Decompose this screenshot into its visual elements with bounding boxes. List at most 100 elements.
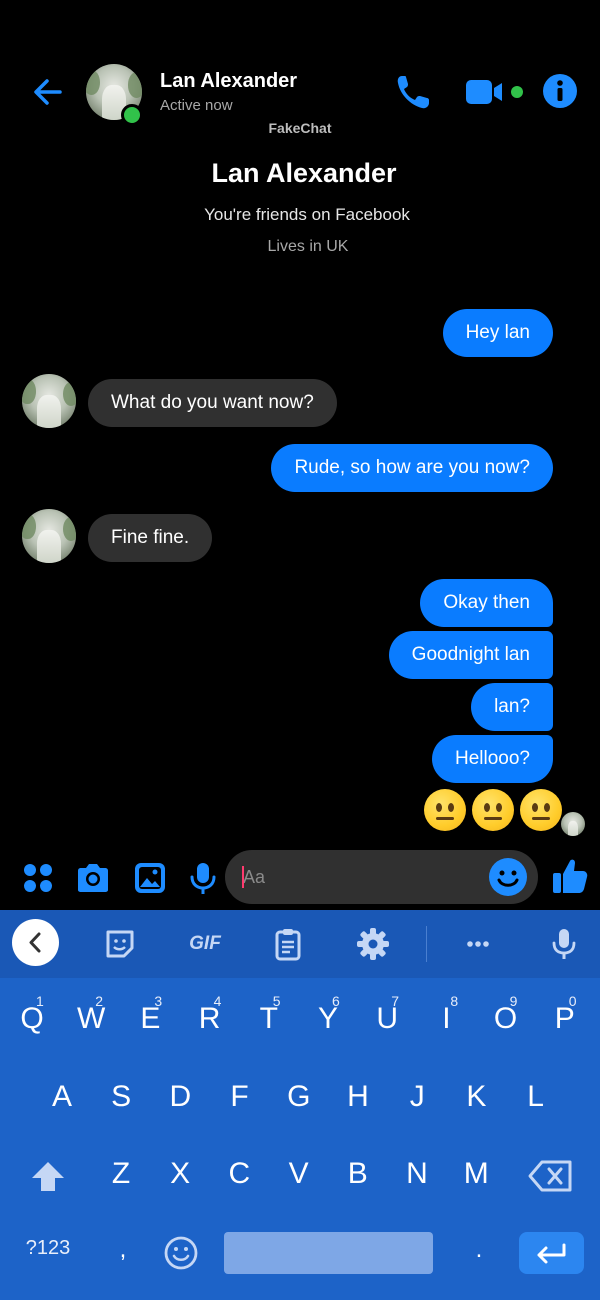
message-sent[interactable]: Hellooo? (432, 735, 553, 783)
camera-icon[interactable] (75, 860, 111, 896)
key-b[interactable]: B (338, 1157, 378, 1191)
emoji-smile-icon[interactable] (488, 857, 528, 897)
message-sent[interactable]: Okay then (420, 579, 553, 627)
enter-key[interactable] (519, 1232, 584, 1274)
key-number-hint: 3 (154, 993, 163, 1009)
thumbs-up-icon[interactable] (550, 856, 590, 896)
key-label: Z (111, 1157, 131, 1190)
message-received[interactable]: Fine fine. (88, 514, 213, 562)
key-e[interactable]: E3 (130, 993, 170, 1036)
period-key[interactable]: . (464, 1236, 494, 1264)
key-j[interactable]: J (397, 1080, 437, 1114)
backspace-key-icon[interactable] (528, 1158, 574, 1194)
key-u[interactable]: U7 (367, 993, 407, 1036)
key-label: X (170, 1157, 191, 1190)
key-w[interactable]: W2 (71, 993, 111, 1036)
key-m[interactable]: M (456, 1157, 496, 1191)
profile-friends-line: You're friends on Facebook (204, 205, 410, 224)
info-icon[interactable] (542, 73, 578, 109)
key-y[interactable]: Y6 (308, 993, 348, 1036)
clipboard-icon[interactable] (268, 924, 308, 964)
message-sent-emoji[interactable] (424, 789, 562, 831)
message-sent[interactable]: Rude, so how are you now? (271, 444, 553, 492)
key-label: I (442, 1002, 451, 1035)
seen-receipt-avatar (561, 812, 585, 836)
key-label: N (406, 1157, 428, 1190)
key-number-hint: 1 (36, 993, 44, 1009)
gear-icon[interactable] (353, 924, 393, 964)
key-label: C (228, 1157, 251, 1190)
key-h[interactable]: H (338, 1080, 378, 1114)
key-v[interactable]: V (279, 1157, 319, 1191)
key-label: G (287, 1080, 311, 1113)
message-sent[interactable]: Goodnight lan (388, 631, 553, 679)
key-s[interactable]: S (101, 1080, 141, 1114)
key-f[interactable]: F (220, 1080, 260, 1114)
gallery-image-icon[interactable] (132, 860, 168, 896)
key-number-hint: 6 (332, 993, 340, 1009)
keyboard-toolbar: GIF (0, 910, 600, 978)
watermark: FakeChat (268, 120, 332, 136)
more-options-icon[interactable] (458, 924, 498, 964)
phone-call-icon[interactable] (393, 72, 433, 112)
neutral-face-emoji-icon (424, 789, 466, 831)
key-number-hint: 4 (213, 993, 222, 1009)
profile-lives-line: Lives in UK (267, 238, 349, 255)
gif-button[interactable]: GIF (185, 932, 225, 956)
microphone-icon[interactable] (185, 860, 221, 896)
comma-key[interactable]: , (108, 1236, 138, 1264)
voice-input-icon[interactable] (544, 924, 584, 964)
video-call-icon[interactable] (464, 76, 528, 108)
sender-avatar[interactable] (22, 374, 76, 428)
keyboard-collapse-button[interactable] (12, 919, 59, 966)
contact-status: Active now (160, 97, 233, 114)
key-label: V (288, 1157, 309, 1190)
back-arrow-icon[interactable] (28, 72, 68, 112)
emoji-key-icon[interactable] (162, 1234, 200, 1272)
sender-avatar[interactable] (22, 509, 76, 563)
key-t[interactable]: T5 (249, 993, 289, 1036)
contact-name[interactable]: Lan Alexander (160, 70, 297, 93)
enter-arrow-icon (537, 1243, 566, 1264)
key-a[interactable]: A (42, 1080, 82, 1114)
key-c[interactable]: C (219, 1157, 259, 1191)
symbols-key[interactable]: ?123 (20, 1237, 76, 1260)
key-label: J (409, 1080, 425, 1113)
key-number-hint: 2 (95, 993, 103, 1009)
message-received[interactable]: What do you want now? (88, 379, 337, 427)
key-label: B (347, 1157, 368, 1190)
key-l[interactable]: L (516, 1080, 556, 1114)
key-number-hint: 0 (568, 993, 577, 1009)
key-label: A (51, 1080, 72, 1113)
apps-grid-icon[interactable] (20, 860, 56, 896)
shift-key-icon[interactable] (28, 1157, 68, 1197)
key-k[interactable]: K (456, 1080, 496, 1114)
key-g[interactable]: G (279, 1080, 319, 1114)
key-label: F (230, 1080, 249, 1113)
key-number-hint: 7 (391, 993, 399, 1009)
key-number-hint: 9 (509, 993, 518, 1009)
key-x[interactable]: X (160, 1157, 200, 1191)
key-q[interactable]: Q1 (12, 993, 52, 1036)
key-r[interactable]: R4 (190, 993, 230, 1036)
key-n[interactable]: N (397, 1157, 437, 1191)
on-screen-keyboard: GIF Q1W2E3R4T5Y6U 7 I 8 O 9 P 0 A S D F … (0, 910, 600, 1300)
key-o[interactable]: O9 (486, 993, 526, 1036)
key-d[interactable]: D (160, 1080, 200, 1114)
key-i[interactable]: I8 (426, 993, 466, 1036)
key-label: D (169, 1080, 192, 1113)
key-label: S (111, 1080, 132, 1113)
chevron-left-icon (29, 932, 41, 953)
key-p[interactable]: P0 (545, 993, 585, 1036)
sticker-icon[interactable] (100, 924, 140, 964)
message-sent[interactable]: lan? (471, 683, 553, 731)
message-input[interactable] (243, 850, 483, 904)
key-number-hint: 8 (450, 993, 459, 1009)
key-z[interactable]: Z (101, 1157, 141, 1191)
message-sent[interactable]: Hey lan (442, 309, 553, 357)
space-bar[interactable] (224, 1232, 433, 1274)
neutral-face-emoji-icon (472, 789, 514, 831)
key-label: M (463, 1157, 489, 1190)
chat-header: Lan Alexander Active now FakeChat (0, 0, 600, 140)
profile-name: Lan Alexander (211, 158, 397, 188)
